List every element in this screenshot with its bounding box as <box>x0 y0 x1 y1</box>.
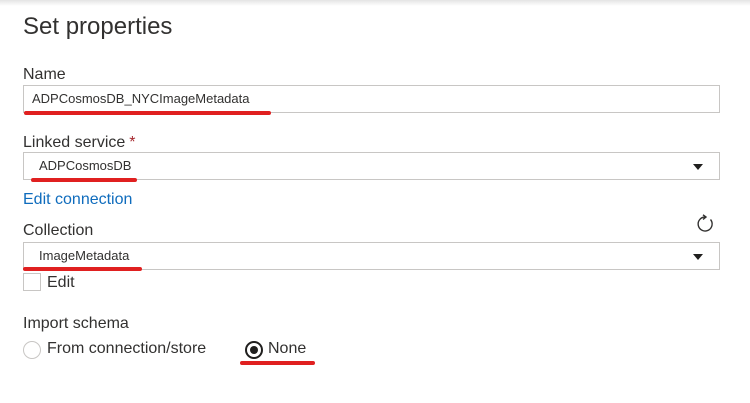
radio-from-connection-store[interactable] <box>23 341 41 359</box>
linked-service-dropdown[interactable]: ADPCosmosDB <box>23 152 720 180</box>
radio-label-none: None <box>268 340 307 357</box>
set-properties-panel: Set properties Name ADPCosmosDB_NYCImage… <box>0 0 750 403</box>
annotation-underline-collection <box>23 267 142 271</box>
edit-checkbox[interactable] <box>23 273 41 291</box>
import-schema-label: Import schema <box>23 315 129 332</box>
name-input-value: ADPCosmosDB_NYCImageMetadata <box>32 91 250 106</box>
page-title: Set properties <box>23 13 173 40</box>
chevron-down-icon <box>693 254 703 260</box>
linked-service-value: ADPCosmosDB <box>39 158 132 173</box>
radio-label-from-connection-store: From connection/store <box>47 340 207 357</box>
annotation-underline-linked-service <box>31 178 137 182</box>
chevron-down-icon <box>693 164 703 170</box>
name-label: Name <box>23 66 66 83</box>
collection-dropdown[interactable]: ImageMetadata <box>23 242 720 270</box>
edit-checkbox-label: Edit <box>47 274 75 291</box>
required-mark: * <box>129 134 136 151</box>
edit-connection-link[interactable]: Edit connection <box>23 190 132 210</box>
collection-label: Collection <box>23 222 94 239</box>
top-shadow <box>0 0 750 6</box>
radio-none[interactable] <box>245 341 263 359</box>
linked-service-label-text: Linked service <box>23 134 126 151</box>
collection-value: ImageMetadata <box>39 248 130 263</box>
linked-service-label: Linked service * <box>23 133 136 153</box>
annotation-underline-name <box>24 111 271 115</box>
annotation-underline-none <box>240 361 315 365</box>
refresh-icon[interactable] <box>695 214 715 234</box>
name-input[interactable]: ADPCosmosDB_NYCImageMetadata <box>23 85 720 113</box>
